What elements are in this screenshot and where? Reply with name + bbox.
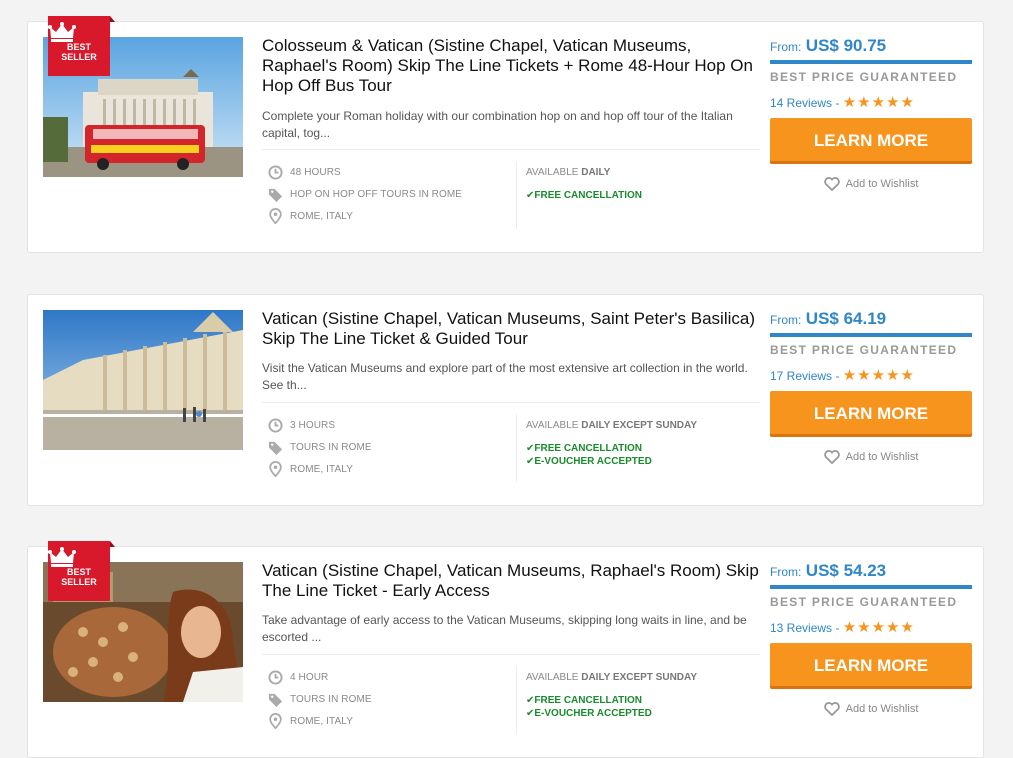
available-value: DAILY EXCEPT SUNDAY <box>581 420 697 431</box>
listing-meta: 48 HOURS HOP ON HOP OFF TOURS IN ROME RO… <box>268 161 462 227</box>
listing-card: BEST SELLER Colosseum & Vatican (Sistine… <box>27 16 984 253</box>
star-rating: ★★★★★ <box>842 367 915 384</box>
location-text: ROME, ITALY <box>290 210 353 222</box>
learn-more-button[interactable]: LEARN MORE <box>770 643 972 689</box>
listing-title[interactable]: Colosseum & Vatican (Sistine Chapel, Vat… <box>262 36 762 96</box>
price-column: From: US$ 64.19 BEST PRICE GUARANTEED 17… <box>770 309 972 464</box>
star-rating: ★★★★★ <box>842 619 915 636</box>
listing-title[interactable]: Vatican (Sistine Chapel, Vatican Museums… <box>262 309 762 349</box>
feature-item: ✔FREE CANCELLATION <box>526 443 642 454</box>
tag-icon <box>268 693 283 707</box>
badge-text-line1: BEST <box>66 42 91 52</box>
heart-icon <box>823 177 840 191</box>
divider <box>262 402 760 403</box>
location-text: ROME, ITALY <box>290 463 353 475</box>
tag-icon <box>268 441 283 455</box>
available-label: AVAILABLE <box>526 167 579 178</box>
feature-text: FREE CANCELLATION <box>534 443 642 454</box>
feature-item: ✔FREE CANCELLATION <box>526 190 642 201</box>
listing-card: BEST SELLER Vatican (Sistine Chapel, Vat… <box>27 541 984 758</box>
price: US$ 54.23 <box>805 561 887 580</box>
heart-icon <box>823 450 840 464</box>
price-column: From: US$ 90.75 BEST PRICE GUARANTEED 14… <box>770 36 972 191</box>
learn-more-button[interactable]: LEARN MORE <box>770 118 972 164</box>
duration-text: 4 HOUR <box>290 671 329 683</box>
feature-item: ✔FREE CANCELLATION <box>526 695 642 706</box>
add-to-wishlist-button[interactable]: Add to Wishlist <box>770 702 972 716</box>
wishlist-label: Add to Wishlist <box>845 178 919 190</box>
reviews-link[interactable]: 17 Reviews - <box>770 369 839 383</box>
available-label: AVAILABLE <box>526 672 579 683</box>
available-label: AVAILABLE <box>526 420 579 431</box>
feature-item: ✔E-VOUCHER ACCEPTED <box>526 708 652 719</box>
badge-text-line2: SELLER <box>61 52 97 62</box>
feature-text: FREE CANCELLATION <box>534 190 642 201</box>
reviews-link[interactable]: 13 Reviews - <box>770 621 839 635</box>
feature-item: ✔E-VOUCHER ACCEPTED <box>526 456 652 467</box>
listing-title[interactable]: Vatican (Sistine Chapel, Vatican Museums… <box>262 561 762 601</box>
listing-image[interactable] <box>43 310 243 450</box>
badge-text-line2: SELLER <box>61 577 97 587</box>
divider <box>262 149 760 150</box>
feature-text: E-VOUCHER ACCEPTED <box>534 456 652 467</box>
category-link[interactable]: TOURS IN ROME <box>290 694 372 705</box>
listing-description: Complete your Roman holiday with our com… <box>262 109 733 140</box>
listing-card: Vatican (Sistine Chapel, Vatican Museums… <box>27 294 984 506</box>
price-underline <box>770 333 972 337</box>
crown-icon <box>48 22 76 42</box>
category-link[interactable]: HOP ON HOP OFF TOURS IN ROME <box>290 189 462 200</box>
available-value: DAILY EXCEPT SUNDAY <box>581 672 697 683</box>
wishlist-label: Add to Wishlist <box>845 703 919 715</box>
from-label: From: <box>770 40 802 54</box>
listing-description: Visit the Vatican Museums and explore pa… <box>262 361 748 392</box>
listing-meta: 4 HOUR TOURS IN ROME ROME, ITALY <box>268 666 372 732</box>
location-pin-icon <box>269 208 282 224</box>
best-seller-badge: BEST SELLER <box>48 16 115 76</box>
listing-meta: 3 HOURS TOURS IN ROME ROME, ITALY <box>268 414 372 480</box>
badge-text-line1: BEST <box>66 567 91 577</box>
price: US$ 90.75 <box>805 36 887 55</box>
best-seller-badge: BEST SELLER <box>48 541 115 601</box>
listing-description: Take advantage of early access to the Va… <box>262 613 747 644</box>
divider <box>516 666 517 734</box>
clock-icon <box>268 669 283 685</box>
availability: AVAILABLE DAILY EXCEPT SUNDAY ✔FREE CANC… <box>526 672 697 720</box>
best-price-guaranteed: BEST PRICE GUARANTEED <box>770 343 958 357</box>
crown-icon <box>48 547 76 567</box>
price-underline <box>770 585 972 589</box>
clock-icon <box>268 417 283 433</box>
tag-icon <box>268 188 283 202</box>
location-pin-icon <box>269 461 282 477</box>
availability: AVAILABLE DAILY ✔FREE CANCELLATION <box>526 167 642 202</box>
reviews-link[interactable]: 14 Reviews - <box>770 96 839 110</box>
price: US$ 64.19 <box>805 309 887 328</box>
from-label: From: <box>770 565 802 579</box>
location-text: ROME, ITALY <box>290 715 353 727</box>
best-price-guaranteed: BEST PRICE GUARANTEED <box>770 595 958 609</box>
add-to-wishlist-button[interactable]: Add to Wishlist <box>770 450 972 464</box>
divider <box>516 414 517 482</box>
category-link[interactable]: TOURS IN ROME <box>290 442 372 453</box>
price-column: From: US$ 54.23 BEST PRICE GUARANTEED 13… <box>770 561 972 716</box>
from-label: From: <box>770 313 802 327</box>
wishlist-label: Add to Wishlist <box>845 451 919 463</box>
best-price-guaranteed: BEST PRICE GUARANTEED <box>770 70 958 84</box>
add-to-wishlist-button[interactable]: Add to Wishlist <box>770 177 972 191</box>
price-underline <box>770 60 972 64</box>
learn-more-button[interactable]: LEARN MORE <box>770 391 972 437</box>
clock-icon <box>268 164 283 180</box>
divider <box>262 654 760 655</box>
star-rating: ★★★★★ <box>842 94 915 111</box>
heart-icon <box>823 702 840 716</box>
duration-text: 48 HOURS <box>290 166 341 178</box>
availability: AVAILABLE DAILY EXCEPT SUNDAY ✔FREE CANC… <box>526 420 697 468</box>
divider <box>516 161 517 229</box>
available-value: DAILY <box>581 167 611 178</box>
feature-text: E-VOUCHER ACCEPTED <box>534 708 652 719</box>
duration-text: 3 HOURS <box>290 419 336 431</box>
location-pin-icon <box>269 713 282 729</box>
feature-text: FREE CANCELLATION <box>534 695 642 706</box>
